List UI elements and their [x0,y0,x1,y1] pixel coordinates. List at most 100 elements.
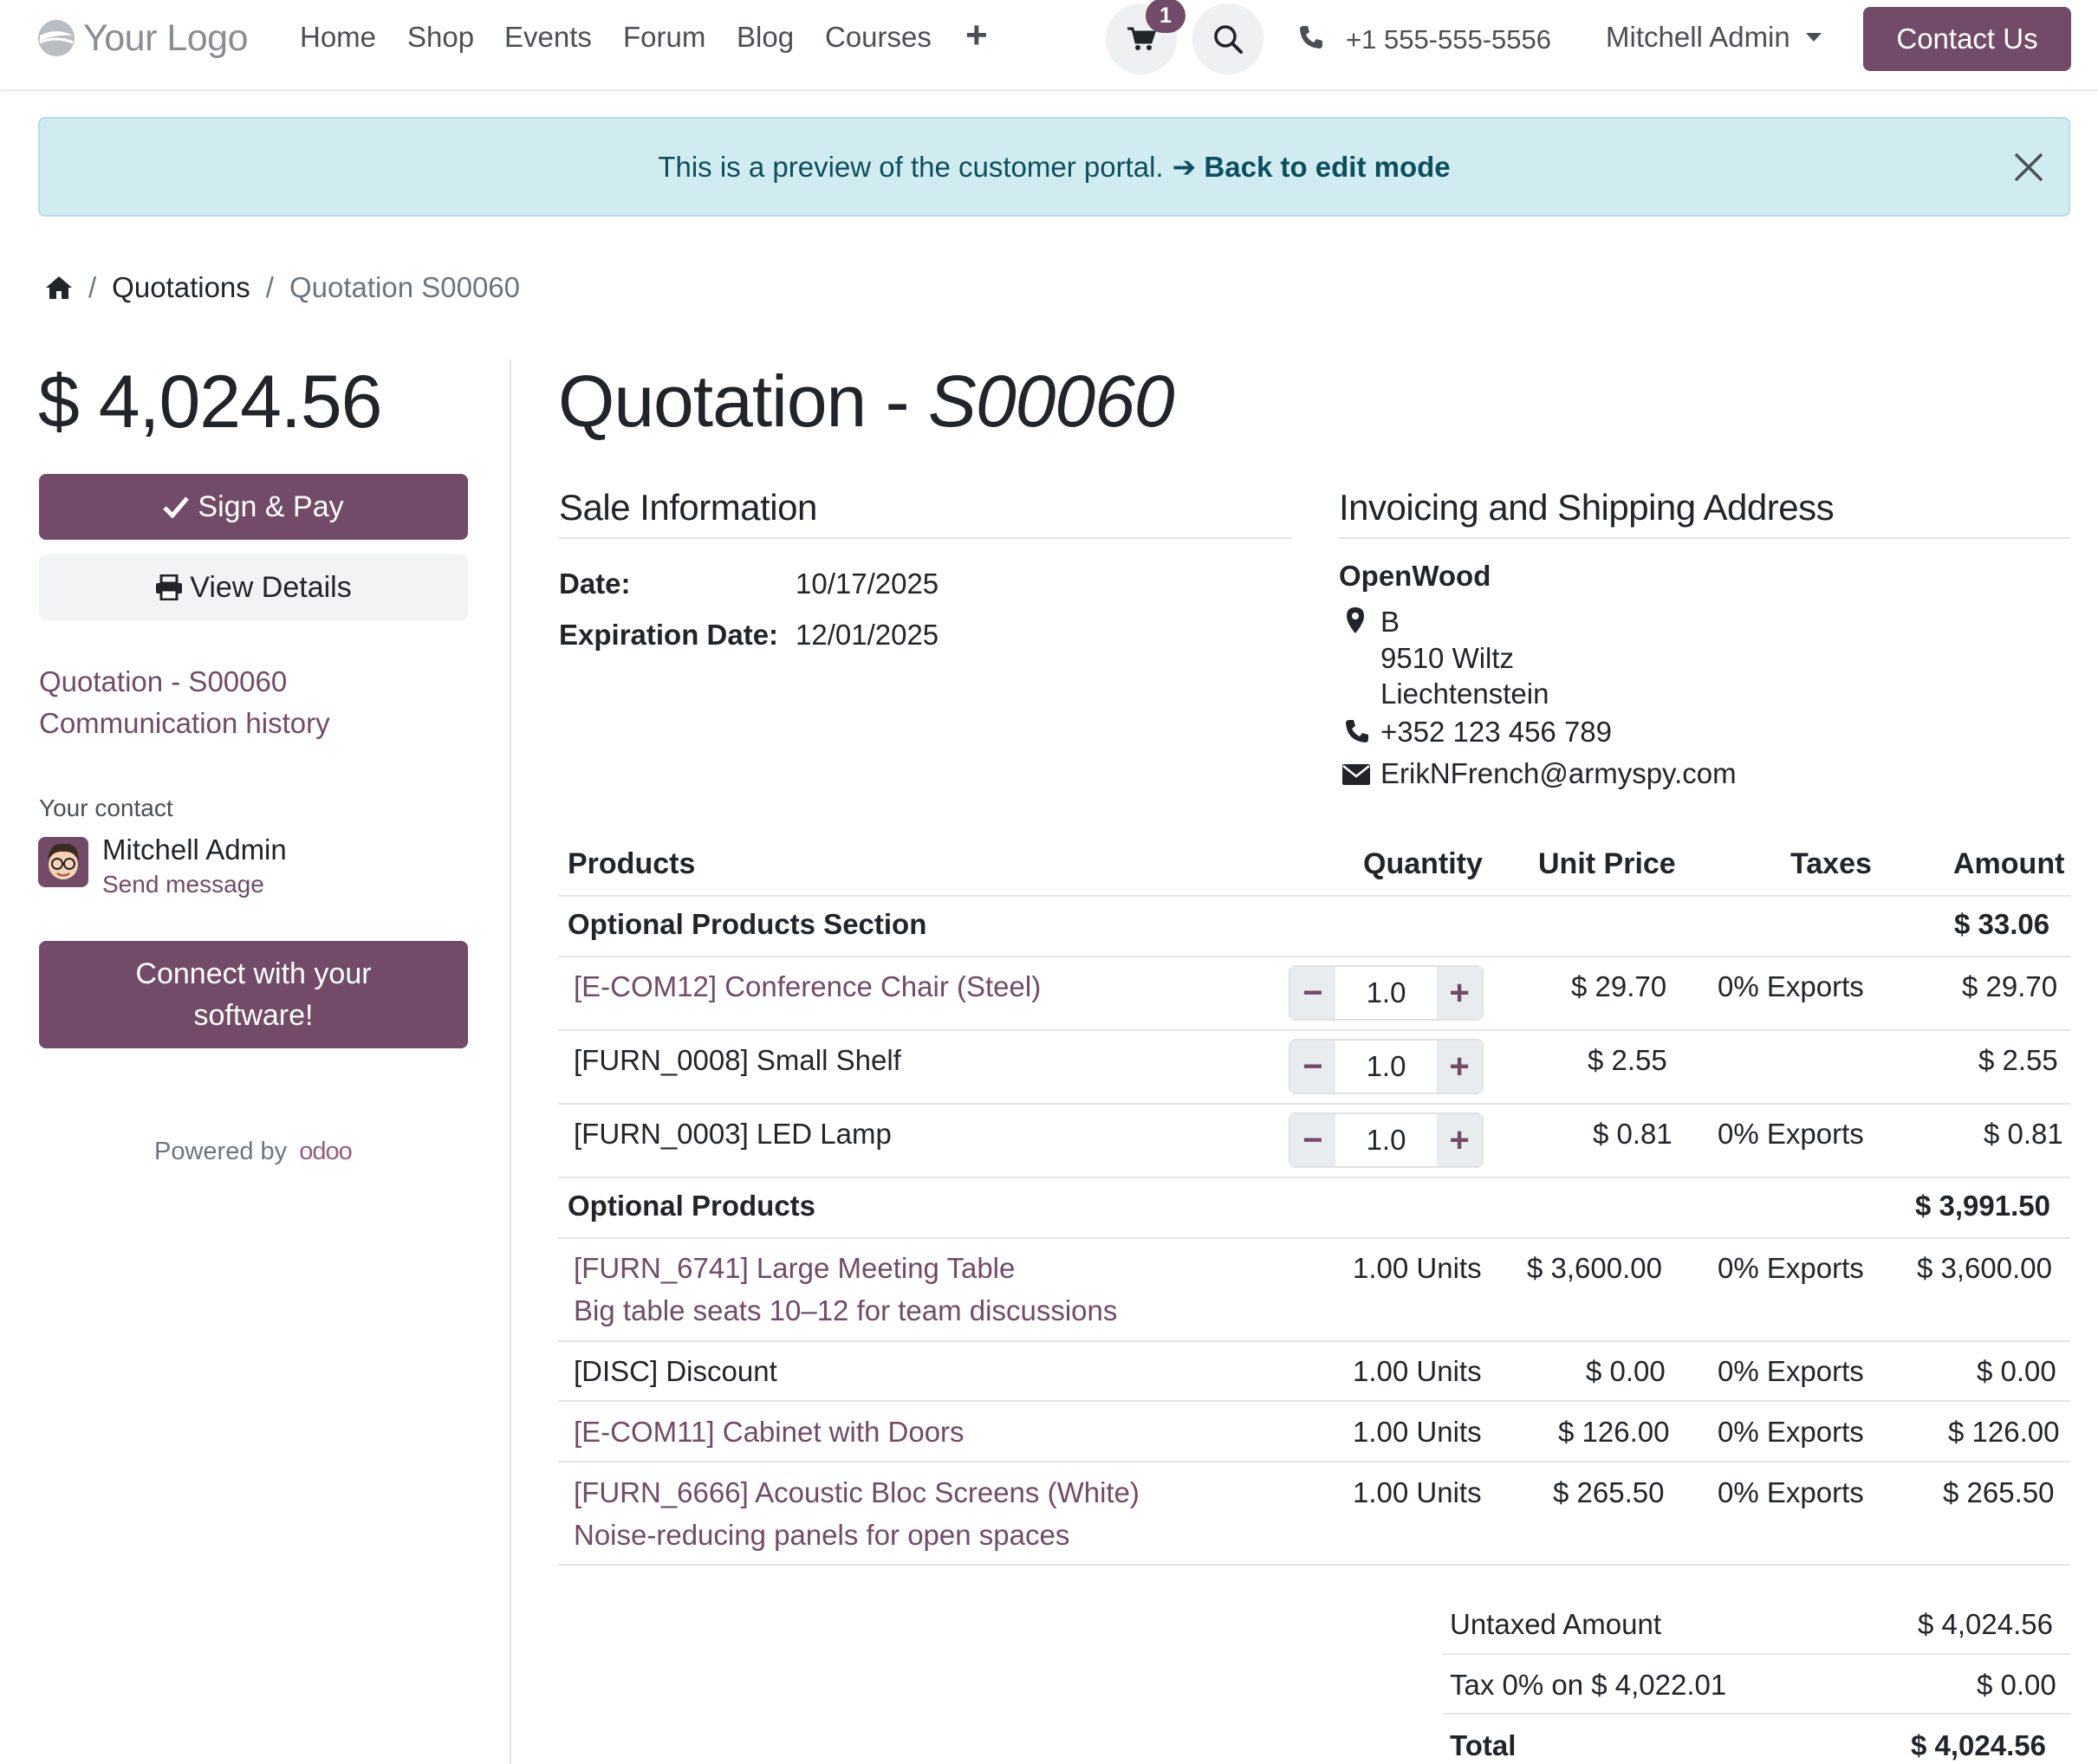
column-header-unit-price: Unit Price [1538,847,1676,880]
address-line: Liechtenstein [1380,678,1549,710]
nav-shop[interactable]: Shop [407,21,474,54]
address-line: B [1380,606,1400,638]
product-link[interactable]: [FURN_6666] Acoustic Bloc Screens (White… [574,1476,1140,1509]
minus-icon[interactable]: − [1290,967,1335,1019]
contact-name: Mitchell Admin [102,833,287,866]
expiration-date-value: 12/01/2025 [796,619,939,651]
quantity-stepper: − 1.0 + [1289,1039,1484,1094]
total-label: Total [1450,1729,1517,1761]
plus-icon[interactable]: + [1437,1114,1482,1166]
minus-icon[interactable]: − [1290,1114,1335,1166]
banner-text: This is a preview of the customer portal… [658,150,1164,183]
section-name: Optional Products Section [568,908,927,940]
cart-icon [1127,27,1156,50]
tax-value: $ 0.00 [1977,1669,2056,1701]
product-link[interactable]: [E-COM11] Cabinet with Doors [574,1416,965,1449]
column-header-taxes: Taxes [1790,847,1872,880]
line-amount: $ 2.55 [1978,1044,2058,1076]
arrow-right-icon: ➔ [1172,151,1197,183]
quantity-stepper: − 1.0 + [1289,1112,1484,1168]
view-details-button[interactable]: View Details [39,554,468,620]
page-title: Quotation - S00060 [558,360,1175,444]
quantity: 1.00 Units [1353,1355,1482,1387]
column-header-amount: Amount [1953,847,2065,880]
quotation-total-amount: $ 4,024.56 [38,360,382,444]
site-logo[interactable]: Your Logo [36,12,249,64]
quantity-value[interactable]: 1.0 [1335,1041,1437,1093]
quantity: 1.00 Units [1353,1476,1482,1508]
user-name: Mitchell Admin [1606,21,1790,53]
sign-and-pay-button[interactable]: Sign & Pay [39,474,468,540]
divider [558,1564,2070,1566]
check-icon [163,496,190,518]
powered-by-label: Powered by [154,1138,288,1165]
unit-price: $ 265.50 [1553,1476,1665,1508]
envelope-icon [1342,764,1370,785]
breadcrumb-quotations[interactable]: Quotations [112,271,250,304]
product-description[interactable]: Big table seats 10–12 for team discussio… [574,1294,1117,1327]
tax-label: Tax 0% on $ 4,022.01 [1450,1669,1727,1701]
page-title-ref: S00060 [927,360,1175,442]
user-menu[interactable]: Mitchell Admin [1606,21,1822,54]
nav-add-button[interactable]: + [965,14,988,57]
taxes: 0% Exports [1718,1252,1864,1284]
divider [558,1340,2070,1342]
header-phone-number[interactable]: +1 555-555-5556 [1346,24,1551,55]
powered-by: Powered by odoo [154,1138,353,1166]
address-heading: Invoicing and Shipping Address [1339,487,1835,528]
line-amount: $ 0.81 [1984,1118,2063,1150]
product-link[interactable]: [E-COM12] Conference Chair (Steel) [574,970,1041,1003]
nav-events[interactable]: Events [504,21,592,54]
print-icon [156,574,183,600]
logo-text: Your Logo [83,16,249,59]
search-icon [1214,25,1243,54]
plus-icon[interactable]: + [1437,1041,1482,1093]
search-button[interactable] [1192,3,1263,75]
caret-down-icon [1805,33,1822,42]
send-message-link[interactable]: Send message [102,871,264,898]
map-marker-icon [1347,607,1364,633]
breadcrumb-separator: / [265,271,274,303]
nav-forum[interactable]: Forum [623,21,705,54]
breadcrumb-current: Quotation S00060 [289,271,520,303]
column-header-products: Products [568,847,696,880]
nav-home[interactable]: Home [300,21,376,54]
connect-software-line2: software! [193,999,314,1032]
quantity-value[interactable]: 1.0 [1335,967,1437,1019]
product-link[interactable]: [FURN_6741] Large Meeting Table [574,1252,1015,1285]
unit-price: $ 126.00 [1558,1416,1670,1448]
taxes: 0% Exports [1718,970,1864,1002]
nav-link-quotation[interactable]: Quotation - S00060 [39,665,287,698]
connect-software-line1: Connect with your [135,957,372,990]
date-label: Date: [559,567,631,600]
product-description[interactable]: Noise-reducing panels for open spaces [574,1519,1069,1552]
nav-courses[interactable]: Courses [825,21,932,54]
expiration-date-label: Expiration Date: [559,619,779,651]
avatar [38,837,88,887]
nav-link-communication-history[interactable]: Communication history [39,707,330,740]
column-divider [510,360,511,1764]
phone-icon [1346,720,1368,743]
sale-information-heading: Sale Information [559,487,817,528]
breadcrumb-separator: / [88,271,97,303]
minus-icon[interactable]: − [1290,1041,1335,1093]
breadcrumb: / Quotations / Quotation S00060 [45,271,520,304]
nav-blog[interactable]: Blog [737,21,794,54]
total-value: $ 4,024.56 [1911,1729,2046,1761]
unit-price: $ 0.00 [1586,1355,1666,1387]
odoo-brand-link[interactable]: odoo [299,1138,353,1165]
divider [558,1400,2070,1402]
connect-software-button[interactable]: Connect with your software! [39,941,468,1048]
back-to-edit-link[interactable]: ➔ Back to edit mode [1172,150,1451,184]
quantity-value[interactable]: 1.0 [1335,1114,1437,1166]
home-icon[interactable] [45,276,73,300]
divider [1339,537,2070,539]
address-line: 9510 Wiltz [1380,642,1515,674]
contact-us-button[interactable]: Contact Us [1863,7,2071,71]
divider [558,1461,2070,1462]
line-amount: $ 265.50 [1943,1476,2055,1508]
divider [558,1237,2070,1239]
close-icon[interactable] [2013,152,2044,183]
plus-icon[interactable]: + [1437,967,1482,1019]
line-amount: $ 3,600.00 [1917,1252,2052,1284]
